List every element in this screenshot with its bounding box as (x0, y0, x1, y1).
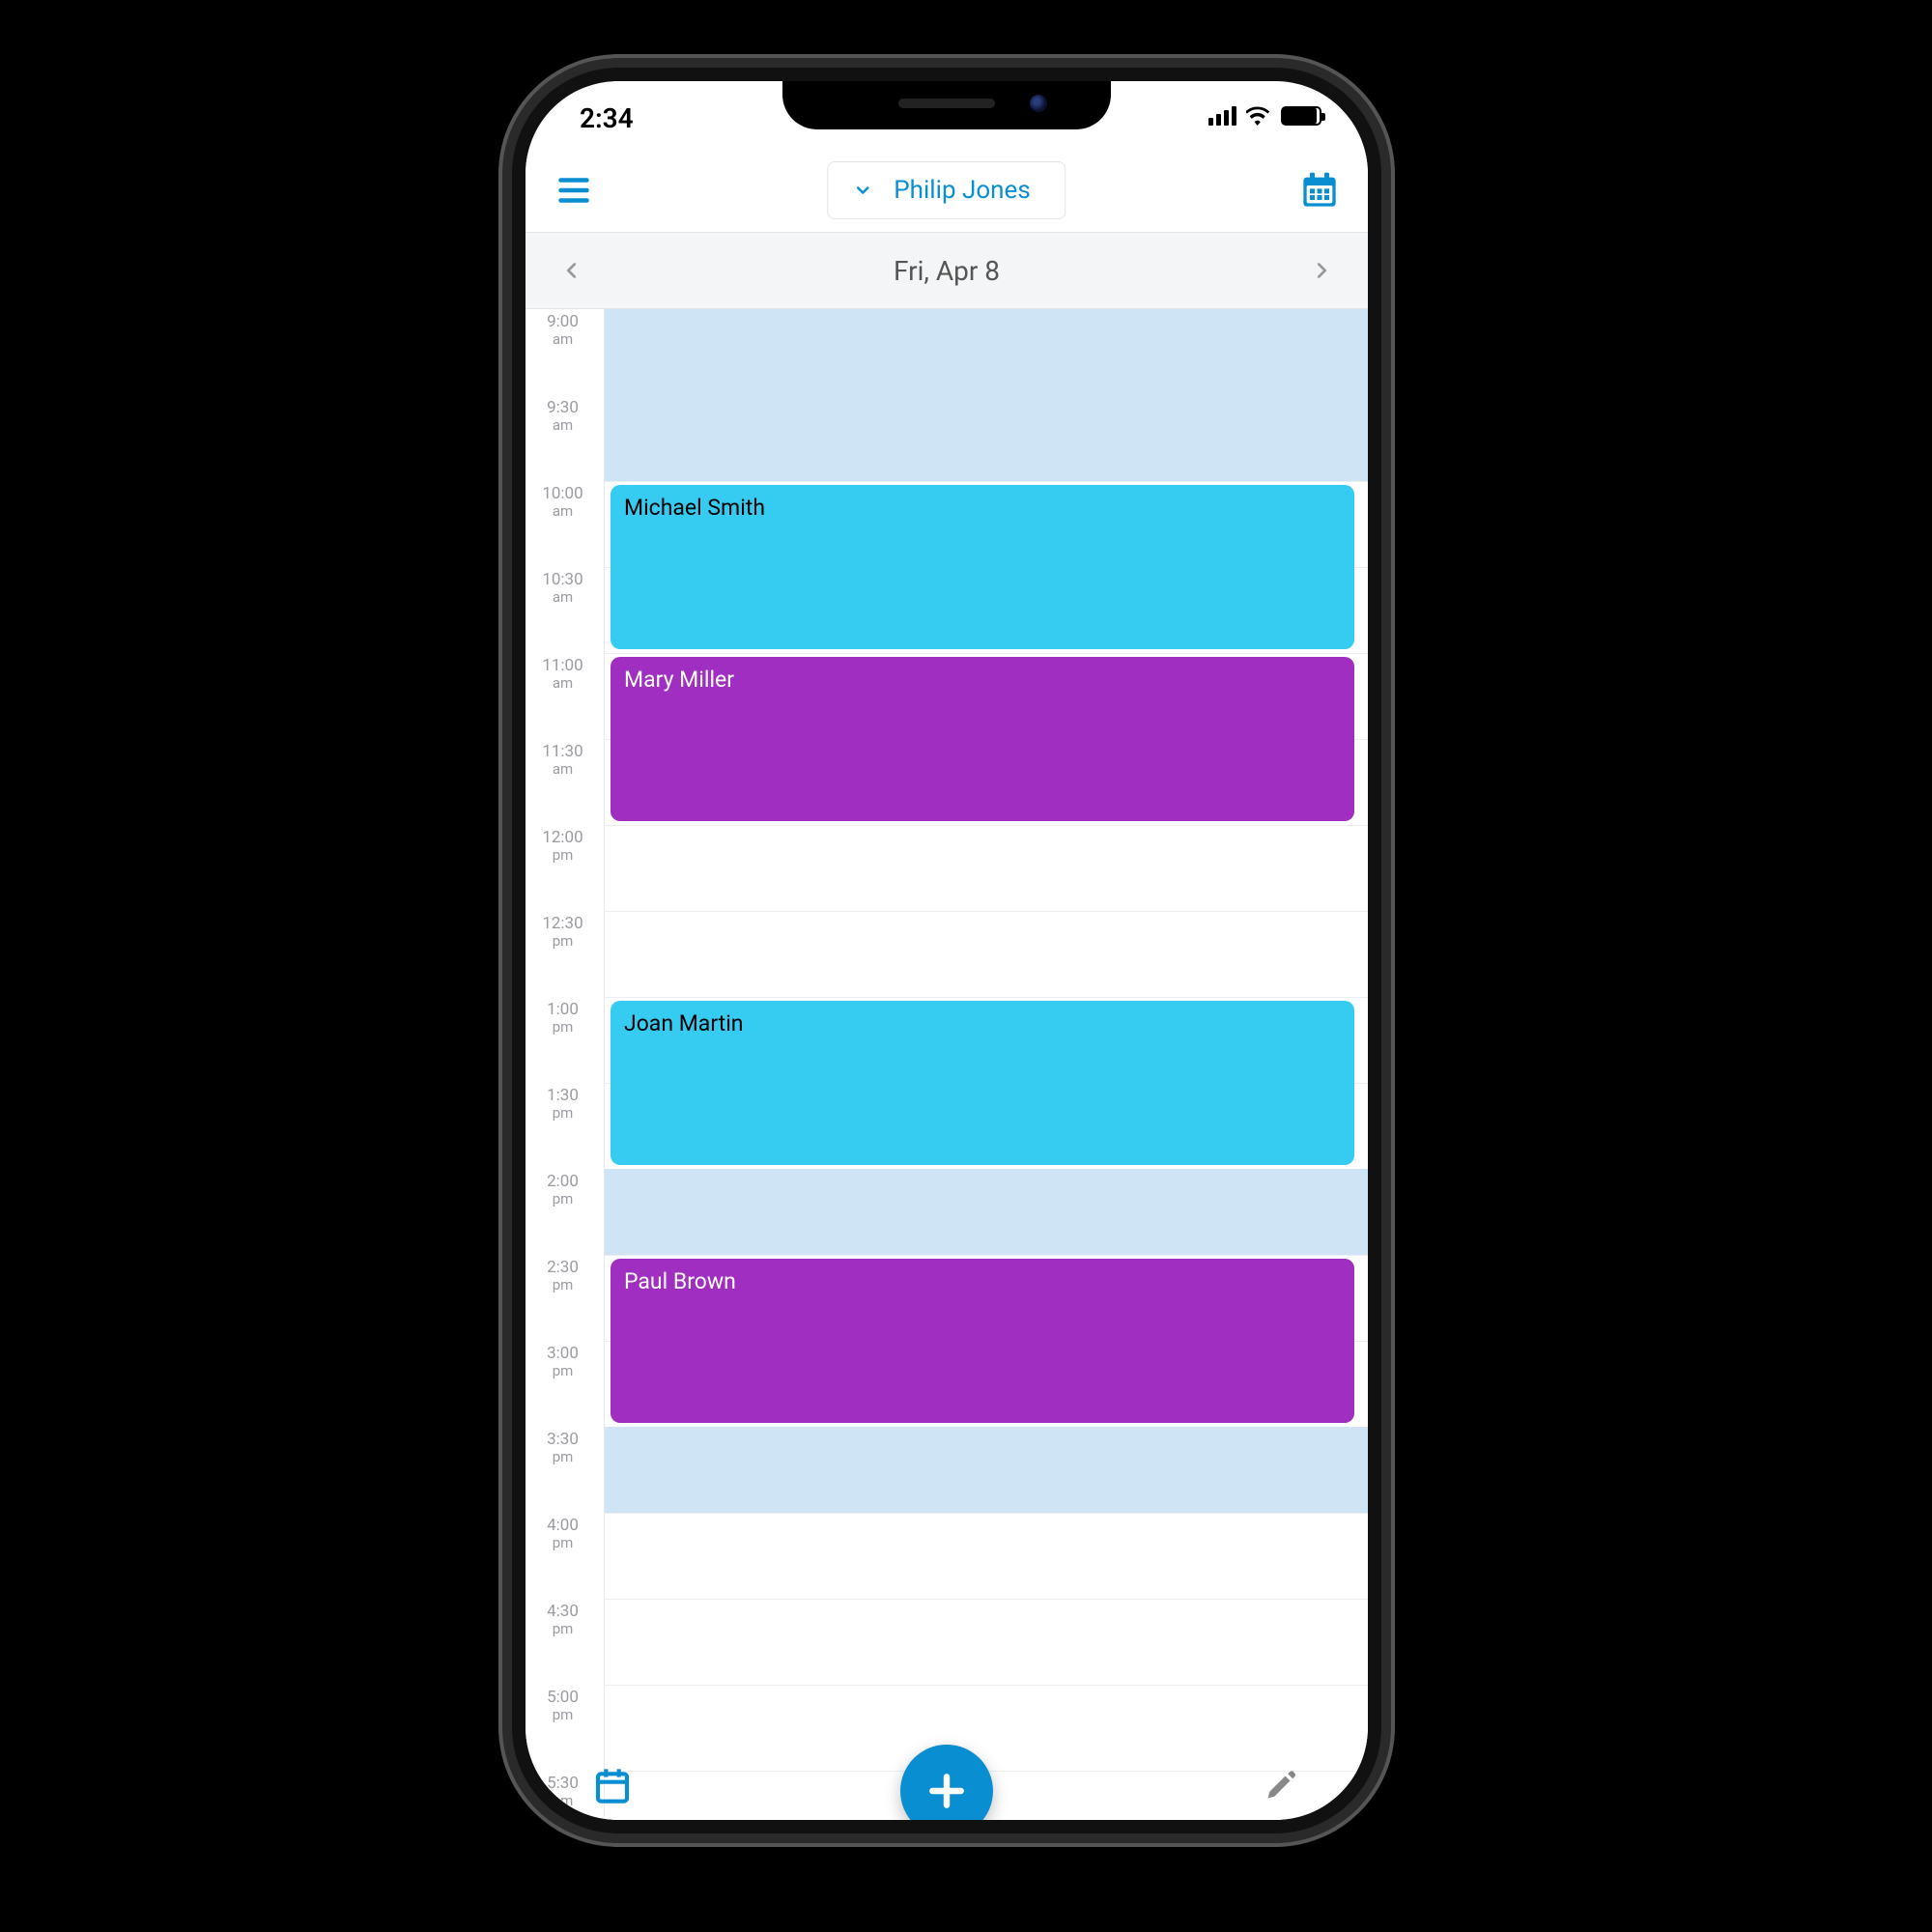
volume-down-button (512, 599, 514, 715)
time-label: 2:30pm (526, 1259, 600, 1293)
user-picker[interactable]: Philip Jones (827, 161, 1065, 219)
grid-line (605, 653, 1368, 654)
time-label: 4:00pm (526, 1517, 600, 1550)
calendar-icon (1300, 171, 1339, 210)
time-label: 12:30pm (526, 915, 600, 949)
power-button (1379, 487, 1381, 661)
time-label: 9:00am (526, 313, 600, 347)
wifi-icon (1246, 106, 1271, 126)
time-label: 10:00am (526, 485, 600, 519)
grid-line (605, 997, 1368, 998)
grid-line (605, 1255, 1368, 1256)
app-header: Philip Jones (526, 149, 1368, 232)
menu-button[interactable] (553, 169, 595, 212)
chevron-right-icon (1311, 260, 1332, 281)
cellular-signal-icon (1208, 106, 1236, 126)
hamburger-icon (556, 173, 591, 208)
time-label: 11:00am (526, 657, 600, 691)
battery-icon (1281, 106, 1321, 126)
event-block[interactable]: Michael Smith (611, 485, 1354, 649)
screen: 2:34 Philip Jones Fri, Apr 8 (526, 81, 1368, 1820)
volume-up-button (512, 458, 514, 574)
time-label: 1:30pm (526, 1087, 600, 1121)
pencil-icon (1264, 1768, 1298, 1803)
plus-icon (925, 1770, 968, 1812)
time-label: 3:30pm (526, 1431, 600, 1464)
grid-line (605, 1513, 1368, 1514)
busy-zone (605, 309, 1368, 481)
grid-line (605, 481, 1368, 482)
events-column: Michael SmithMary Miller Joan Martin Paul … (605, 309, 1368, 1820)
calendar-outline-icon (593, 1766, 632, 1804)
event-block[interactable]: Mary Miller (611, 657, 1354, 821)
grid-line (605, 911, 1368, 912)
time-label: 10:30am (526, 571, 600, 605)
event-block[interactable]: Paul Brown (611, 1259, 1354, 1423)
time-label: 9:30am (526, 399, 600, 433)
time-label: 5:00pm (526, 1689, 600, 1722)
time-label: 1:00pm (526, 1001, 600, 1035)
grid-line (605, 1599, 1368, 1600)
next-day-button[interactable] (1302, 251, 1341, 290)
phone-frame: 2:34 Philip Jones Fri, Apr 8 (512, 68, 1381, 1833)
user-picker-name: Philip Jones (894, 176, 1030, 205)
edit-tab-button[interactable] (1258, 1762, 1304, 1808)
status-icons (1208, 106, 1321, 126)
event-block[interactable]: Joan Martin (611, 1001, 1354, 1165)
current-date-label: Fri, Apr 8 (894, 255, 1000, 287)
grid-line (605, 825, 1368, 826)
time-label: 4:30pm (526, 1603, 600, 1636)
front-camera (1030, 95, 1047, 112)
speaker-grill (898, 99, 995, 108)
notch (782, 81, 1111, 129)
previous-day-button[interactable] (553, 251, 591, 290)
grid-line (605, 1685, 1368, 1686)
calendar-tab-button[interactable] (589, 1762, 636, 1808)
busy-zone (605, 1169, 1368, 1255)
busy-zone (605, 1427, 1368, 1513)
status-time: 2:34 (580, 102, 634, 134)
time-label: 12:00pm (526, 829, 600, 863)
calendar-button[interactable] (1298, 169, 1341, 212)
time-column: 9:00am 9:30am 10:00am 10:30am 11:00am 11:30am… (526, 309, 605, 1820)
date-navigation: Fri, Apr 8 (526, 232, 1368, 309)
time-label: 3:00pm (526, 1345, 600, 1378)
chevron-left-icon (561, 260, 582, 281)
time-label: 2:00pm (526, 1173, 600, 1207)
chevron-down-icon (853, 181, 872, 200)
calendar-body[interactable]: 9:00am 9:30am 10:00am 10:30am 11:00am 11:30am… (526, 309, 1368, 1820)
mute-switch (512, 361, 514, 419)
time-label: 11:30am (526, 743, 600, 777)
